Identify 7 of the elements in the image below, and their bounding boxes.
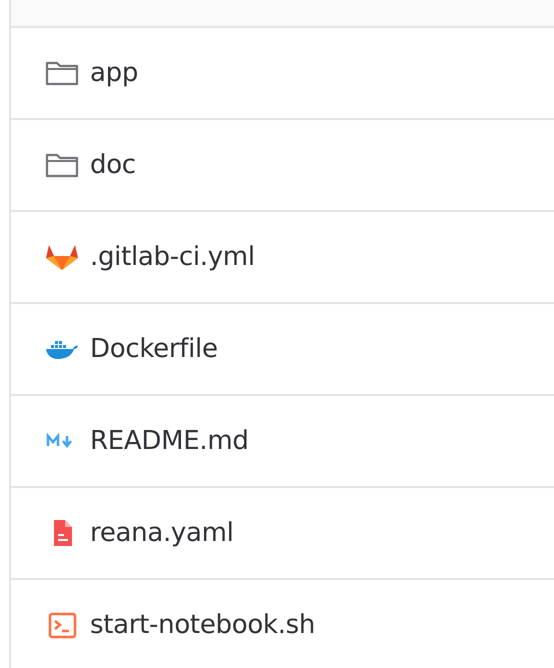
file-link[interactable]: reana.yaml [90,518,234,548]
file-link[interactable]: doc [90,150,136,180]
file-link[interactable]: .gitlab-ci.yml [90,242,255,272]
file-link[interactable]: README.md [90,426,249,456]
file-link[interactable]: Dockerfile [90,334,218,364]
file-link[interactable]: app [90,58,138,88]
file-link[interactable]: start-notebook.sh [90,610,316,640]
